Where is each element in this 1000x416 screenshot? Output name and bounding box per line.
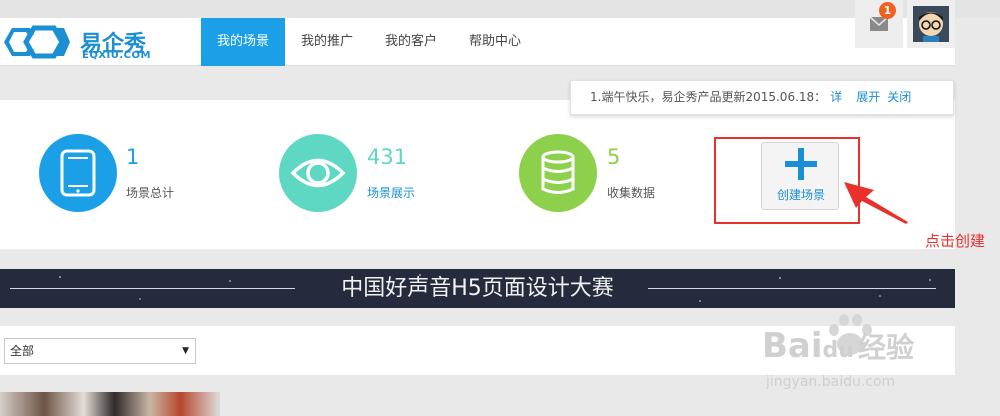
top-strip — [0, 0, 1000, 18]
baidu-watermark: Baidu 经验 jingyan.baidu.com — [762, 308, 992, 408]
notice-detail-link[interactable]: 详 — [830, 90, 842, 104]
scene-display-label[interactable]: 场景展示 — [367, 184, 415, 201]
category-select[interactable]: 全部 ▼ — [4, 338, 196, 364]
header: 易企秀 EQXIU.COM 我的场景 我的推广 我的客户 帮助中心 — [0, 18, 955, 66]
scene-display-icon-circle — [279, 134, 357, 212]
avatar — [913, 6, 949, 42]
mail-icon — [870, 17, 888, 31]
scene-total-label: 场景总计 — [126, 186, 175, 200]
eye-icon — [290, 158, 346, 188]
scene-total-value: 1 — [126, 145, 140, 169]
nav-my-promotion[interactable]: 我的推广 — [285, 18, 369, 66]
update-notice: 1.端午快乐，易企秀产品更新2015.06.18：详展开 关闭 — [570, 80, 954, 115]
notice-expand-link[interactable]: 展开 — [856, 90, 880, 104]
nav-help-center[interactable]: 帮助中心 — [453, 18, 537, 66]
annotation-frame — [714, 137, 860, 224]
notice-text: 1.端午快乐，易企秀产品更新2015.06.18： — [590, 90, 827, 104]
nav-my-customers[interactable]: 我的客户 — [369, 18, 453, 66]
annotation-arrow — [844, 182, 908, 224]
notice-close-link[interactable]: 关闭 — [887, 90, 911, 104]
logo[interactable]: 易企秀 EQXIU.COM — [4, 23, 174, 61]
database-icon — [541, 150, 575, 194]
collected-data-value: 5 — [607, 145, 621, 169]
logo-domain: EQXIU.COM — [82, 50, 151, 61]
avatar-button[interactable] — [907, 0, 955, 48]
mail-badge: 1 — [879, 2, 896, 19]
banner-title: 中国好声音H5页面设计大赛 — [341, 276, 614, 301]
scene-total-icon-circle — [39, 134, 117, 212]
nav-my-scenes[interactable]: 我的场景 — [201, 18, 286, 66]
contest-banner[interactable]: 中国好声音H5页面设计大赛 — [0, 269, 955, 308]
main-nav: 我的场景 我的推广 我的客户 帮助中心 — [201, 18, 537, 66]
collected-data-label: 收集数据 — [607, 186, 656, 200]
collected-data-icon-circle — [519, 134, 597, 212]
annotation-hint: 点击创建 — [925, 232, 986, 250]
watermark-brand: Baidu 经验 — [762, 326, 914, 366]
dropdown-arrow-icon: ▼ — [182, 346, 189, 356]
scene-display-value: 431 — [367, 145, 408, 169]
logo-icon — [4, 25, 70, 59]
phone-icon — [60, 149, 96, 197]
scene-thumbnail[interactable] — [0, 392, 220, 416]
category-select-value: 全部 — [10, 344, 35, 358]
watermark-url: jingyan.baidu.com — [766, 374, 896, 390]
